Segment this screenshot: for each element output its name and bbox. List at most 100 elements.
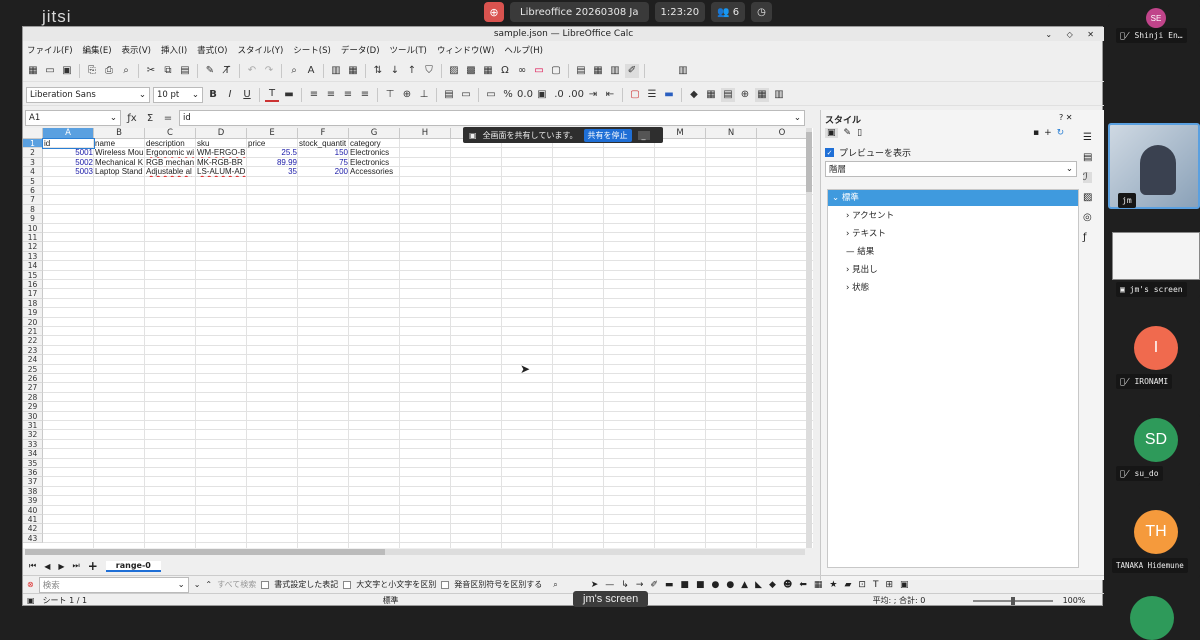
menu-view[interactable]: 表示(V) <box>122 44 151 56</box>
textbox-icon[interactable]: T <box>873 580 879 590</box>
italic-icon[interactable]: I <box>223 88 237 102</box>
block-arrow-icon[interactable]: ⬅ <box>799 580 807 590</box>
style-item[interactable]: › テキスト <box>828 226 1078 242</box>
cell-styles-icon[interactable]: ▣ <box>825 128 838 138</box>
split-window-icon[interactable]: ▥ <box>608 64 622 78</box>
sheet-tab-range-0[interactable]: range-0 <box>105 560 161 572</box>
currency-icon[interactable]: ▭ <box>484 88 498 102</box>
conditional-format-icon[interactable]: ▦ <box>704 88 718 102</box>
font-size-box[interactable]: 10 pt ⌄ <box>153 86 203 103</box>
transform-icon[interactable]: ⊡ <box>858 580 866 590</box>
rectangle-icon[interactable]: ▬ <box>665 580 674 590</box>
table-cell[interactable]: RGB mechan <box>145 158 196 167</box>
sort-ascending-icon[interactable]: ↓ <box>388 64 402 78</box>
cut-icon[interactable]: ✂ <box>144 64 158 78</box>
find-input[interactable]: 検索 ⌄ <box>38 576 189 593</box>
row-header[interactable]: 26 <box>23 374 43 384</box>
pivot-table-icon[interactable]: ▦ <box>481 64 495 78</box>
style-filter-select[interactable]: 階層 ⌄ <box>825 161 1077 177</box>
window-controls[interactable]: ⌄ ◇ ✕ <box>1045 28 1100 42</box>
define-print-area-icon[interactable]: ▤ <box>574 64 588 78</box>
hyperlink-icon[interactable]: ∞ <box>515 64 529 78</box>
extrusion-icon[interactable]: ▣ <box>900 580 909 590</box>
equals-icon[interactable]: = <box>161 111 175 125</box>
line-icon[interactable]: — <box>605 580 614 590</box>
square-icon[interactable]: ■ <box>696 580 705 590</box>
freeze-rows-icon[interactable]: ▦ <box>591 64 605 78</box>
align-top-icon[interactable]: ⊤ <box>383 88 397 102</box>
row-header[interactable]: 32 <box>23 430 43 440</box>
page-styles-icon[interactable]: ✎ <box>844 128 852 138</box>
print-icon[interactable]: ⎙ <box>102 64 116 78</box>
align-bottom-icon[interactable]: ⊥ <box>417 88 431 102</box>
row-header[interactable]: 2 <box>23 148 43 158</box>
horizontal-scrollbar[interactable] <box>25 549 805 555</box>
row-header[interactable]: 35 <box>23 458 43 468</box>
table-cell[interactable]: 5002 <box>43 158 94 167</box>
new-style-icon[interactable]: ▯ <box>857 128 862 138</box>
zoom-slider[interactable] <box>972 596 1053 605</box>
gallery-icon[interactable]: ▨ <box>1083 192 1092 203</box>
row-header[interactable]: 29 <box>23 402 43 412</box>
column-header-h[interactable]: H <box>400 128 451 139</box>
delete-decimal-icon[interactable]: .00 <box>568 88 584 102</box>
formula-input[interactable]: id ⌄ <box>179 110 805 126</box>
row-header[interactable]: 23 <box>23 345 43 356</box>
merge-center-icon[interactable]: ▭ <box>459 88 473 102</box>
align-left-icon[interactable]: ≡ <box>307 88 321 102</box>
new-icon[interactable]: ▦ <box>26 64 40 78</box>
row-header[interactable]: 19 <box>23 308 43 318</box>
column-header-a[interactable]: A <box>43 128 94 139</box>
styles-deck-icon[interactable]: ℐ <box>1083 172 1093 183</box>
curve-icon[interactable]: ✐ <box>650 580 658 590</box>
table-cell[interactable]: 75 <box>298 158 349 167</box>
style-item[interactable]: › 見出し <box>828 262 1078 278</box>
first-sheet-icon[interactable]: ⏮ <box>29 561 36 571</box>
table-cell[interactable]: Laptop Stand <box>94 167 145 176</box>
autofilter-icon[interactable]: ⛉ <box>422 64 436 78</box>
row-header[interactable]: 10 <box>23 223 43 233</box>
sidebar-toggle-icon[interactable]: ▤ <box>721 87 735 102</box>
add-decimal-icon[interactable]: .0 <box>552 88 566 102</box>
character-icon[interactable]: ▥ <box>772 88 786 102</box>
table-cell[interactable]: Accessories <box>349 167 400 176</box>
increase-indent-icon[interactable]: ⇥ <box>586 88 600 102</box>
row-header[interactable]: 14 <box>23 261 43 271</box>
flowchart-icon[interactable]: ▦ <box>814 580 823 590</box>
formatted-checkbox[interactable] <box>261 580 270 589</box>
row-header[interactable]: 21 <box>23 327 43 337</box>
font-name-box[interactable]: Liberation Sans ⌄ <box>26 86 150 103</box>
image-icon[interactable]: ▨ <box>447 64 461 78</box>
row-header[interactable]: 8 <box>23 204 43 215</box>
table-cell[interactable]: WM-ERGO-B <box>196 148 247 157</box>
column-header-n[interactable]: N <box>706 128 757 139</box>
speedometer-icon[interactable]: ◷ <box>751 2 772 22</box>
highlight-color-icon[interactable]: ▬ <box>282 88 296 102</box>
menu-data[interactable]: データ(D) <box>341 44 380 56</box>
table-cell[interactable]: MK-RGB-BR <box>196 158 247 167</box>
row-header[interactable]: 36 <box>23 468 43 478</box>
header-cell[interactable]: category <box>349 139 400 148</box>
row-header[interactable]: 17 <box>23 289 43 299</box>
navigator-icon[interactable]: ◎ <box>1083 212 1092 223</box>
column-header-b[interactable]: B <box>94 128 145 139</box>
spelling-auto-icon[interactable]: ▦ <box>755 87 769 102</box>
menu-file[interactable]: ファイル(F) <box>27 44 73 56</box>
clear-format-icon[interactable]: T̸ <box>220 64 234 78</box>
background-color-icon[interactable]: ◆ <box>687 88 701 102</box>
participant-tile[interactable]: I 🎙̸ IRONAMI <box>1108 320 1200 392</box>
open-icon[interactable]: ▭ <box>43 64 57 78</box>
table-cell[interactable]: 5003 <box>43 167 94 176</box>
expander-icon[interactable]: ⌄ <box>832 193 842 203</box>
chart-icon[interactable]: ▩ <box>464 64 478 78</box>
column-header-c[interactable]: C <box>145 128 196 139</box>
header-cell[interactable]: price <box>247 139 298 148</box>
row-header[interactable]: 27 <box>23 383 43 393</box>
redo-icon[interactable]: ↷ <box>262 64 276 78</box>
prev-sheet-icon[interactable]: ◀ <box>44 562 50 571</box>
row-header[interactable]: 31 <box>23 421 43 431</box>
row-header[interactable]: 1 <box>23 139 43 149</box>
styles-icon[interactable]: ⊕ <box>738 88 752 102</box>
row-header[interactable]: 9 <box>23 214 43 224</box>
vertical-scrollbar[interactable] <box>806 128 812 548</box>
